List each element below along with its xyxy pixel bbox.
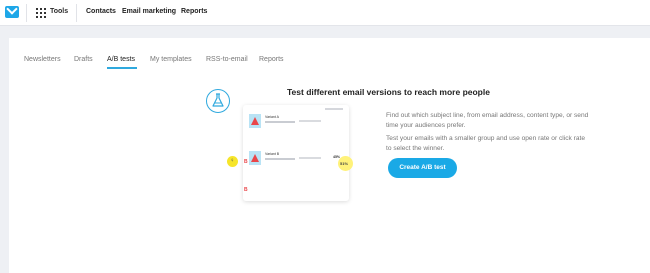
variant-a-percent: 51%	[340, 161, 349, 166]
variant-b-row: Variant B 45%	[249, 151, 347, 181]
nav-reports[interactable]: Reports	[181, 8, 207, 15]
top-bar: Tools Contacts Email marketing Reports	[0, 0, 650, 26]
apps-grid-icon[interactable]	[36, 8, 46, 18]
description-paragraph-2: Test your emails with a smaller group an…	[386, 135, 586, 152]
variant-b-label: Variant B	[265, 152, 280, 156]
tab-ab-tests[interactable]: A/B tests	[107, 56, 135, 63]
tab-newsletters[interactable]: Newsletters	[24, 56, 61, 63]
divider	[26, 4, 27, 22]
page-headline: Test different email versions to reach m…	[287, 87, 490, 97]
variant-letter: B	[244, 187, 248, 193]
create-ab-test-button[interactable]: Create A/B test	[388, 158, 457, 178]
email-thumbnail	[249, 114, 261, 128]
description-paragraph-1: Find out which subject line, from email …	[386, 112, 589, 129]
email-thumbnail	[249, 151, 261, 165]
flask-icon	[206, 89, 230, 113]
active-tab-indicator	[107, 67, 137, 69]
nav-email-marketing[interactable]: Email marketing	[122, 8, 176, 15]
tools-menu[interactable]: Tools	[50, 8, 68, 15]
variant-letter: B	[244, 159, 248, 165]
nav-contacts[interactable]: Contacts	[86, 8, 116, 15]
divider	[76, 4, 77, 22]
trophy-icon: ♀	[227, 156, 238, 167]
variant-a-label: Variant A	[265, 115, 279, 119]
tab-my-templates[interactable]: My templates	[150, 56, 192, 63]
winner-percent-badge: 51%	[338, 156, 353, 171]
variant-a-row: Variant A	[249, 114, 347, 144]
tab-drafts[interactable]: Drafts	[74, 56, 93, 63]
tab-rss-to-email[interactable]: RSS-to-email	[206, 56, 248, 63]
ab-test-illustration: Variant A Variant B 45%	[243, 105, 349, 201]
envelope-logo-icon[interactable]	[5, 6, 19, 18]
tab-reports[interactable]: Reports	[259, 56, 284, 63]
